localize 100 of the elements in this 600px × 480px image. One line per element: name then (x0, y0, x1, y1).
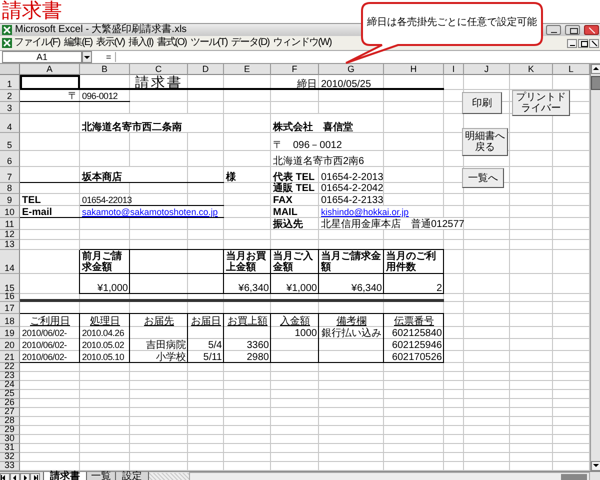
scroll-down-button[interactable] (591, 461, 600, 471)
scrollbar-thumb[interactable] (591, 76, 600, 90)
name-box[interactable]: A1 (2, 51, 82, 63)
row-header[interactable]: 8 (0, 183, 20, 194)
maximize-button[interactable] (565, 25, 580, 35)
menu-item[interactable]: ファイル(F) (12, 36, 62, 50)
column-header[interactable]: K (510, 64, 553, 75)
horizontal-scrollbar[interactable] (189, 472, 590, 480)
row-header[interactable]: 23 (0, 372, 20, 381)
row-header[interactable]: 26 (0, 399, 20, 408)
cell-text: 坂本商店 (80, 172, 123, 183)
spreadsheet-icon[interactable] (2, 38, 12, 48)
restore-button[interactable] (578, 38, 588, 48)
row-header[interactable]: 15 (0, 274, 20, 294)
row-header[interactable]: 19 (0, 327, 20, 339)
next-sheet-button[interactable] (20, 472, 30, 480)
cell-text: 1000 (294, 328, 318, 339)
menu-item[interactable]: データ(D) (229, 36, 272, 50)
menu-item[interactable]: ツール(T) (188, 36, 230, 50)
row-header[interactable]: 6 (0, 151, 20, 167)
cell-text: TEL (21, 195, 42, 206)
row-header[interactable]: 14 (0, 250, 20, 274)
close-button[interactable] (589, 38, 599, 48)
row-header[interactable]: 28 (0, 417, 20, 426)
cell-text: 2010.05.02 (81, 340, 126, 351)
row-header[interactable]: 22 (0, 363, 20, 372)
row-header[interactable]: 20 (0, 339, 20, 351)
sheet-button[interactable]: 明細書へ戻る (462, 128, 508, 156)
dropdown-button[interactable] (82, 51, 92, 63)
menu-item[interactable]: 編集(E) (62, 36, 94, 50)
column-header[interactable]: E (224, 64, 271, 75)
row-header[interactable]: 5 (0, 133, 20, 151)
row-header[interactable]: 13 (0, 240, 20, 250)
column-header[interactable]: A (20, 64, 80, 75)
row-header[interactable]: 18 (0, 314, 20, 327)
cell-text: 当月ご入金額 (272, 251, 314, 273)
column-header[interactable]: H (384, 64, 444, 75)
scroll-up-button[interactable] (591, 64, 600, 74)
cell-text: 北海道名寄市西二条南 (81, 122, 183, 133)
vertical-scrollbar[interactable] (590, 64, 600, 471)
row-header[interactable]: 11 (0, 218, 20, 230)
column-header[interactable]: D (188, 64, 224, 75)
cell-text: 5/4 (207, 340, 223, 351)
cell-text: 2 (435, 283, 443, 294)
cell-text: 01654-2-2042 (320, 183, 384, 194)
menu-item[interactable]: 表示(V) (94, 36, 126, 50)
row-header[interactable]: 32 (0, 453, 20, 462)
spreadsheet-icon (2, 25, 12, 35)
cell-text: 当月ご請求金額 (320, 251, 382, 273)
column-header[interactable]: J (464, 64, 510, 75)
column-header[interactable]: L (553, 64, 590, 75)
cell-text: 締日 (296, 79, 318, 90)
first-sheet-button[interactable] (0, 472, 10, 480)
close-button[interactable] (584, 25, 599, 35)
email-link[interactable]: kishindo@hokkai.or.jp (319, 207, 444, 218)
menu-item[interactable]: 書式(O) (154, 36, 188, 50)
column-header[interactable]: F (271, 64, 319, 75)
email-link[interactable]: sakamoto@sakamotoshoten.co.jp (80, 207, 224, 218)
cell-text: 2010/06/02- (21, 328, 68, 339)
column-header[interactable]: C (130, 64, 188, 75)
column-header[interactable]: I (444, 64, 464, 75)
row-header[interactable]: 21 (0, 351, 20, 363)
sheet-button[interactable]: 一覧へ (462, 168, 504, 188)
minimize-button[interactable] (546, 25, 561, 35)
column-header[interactable]: G (319, 64, 384, 75)
menu-item[interactable]: ウィンドウ(W) (271, 36, 334, 50)
cell-text: 2010/05/25 (320, 79, 372, 90)
row-header[interactable]: 7 (0, 167, 20, 183)
row-header[interactable]: 24 (0, 381, 20, 390)
cell-text: 01654-22013 (81, 195, 130, 206)
minimize-button[interactable] (567, 38, 577, 48)
column-heading: お届先 (143, 316, 175, 327)
row-header[interactable]: 12 (0, 230, 20, 240)
row-header[interactable]: 33 (0, 462, 20, 471)
last-sheet-button[interactable] (30, 472, 40, 480)
row-header[interactable]: 27 (0, 408, 20, 417)
row-header[interactable]: 1 (0, 75, 20, 90)
row-header[interactable]: 25 (0, 390, 20, 399)
sheet-button[interactable]: プリントドライバー (512, 90, 570, 116)
cell-cursor (20, 75, 80, 90)
cell-text: 〒 (67, 91, 79, 102)
row-header[interactable]: 3 (0, 102, 20, 114)
cell-text: E-mail (21, 207, 54, 218)
menu-item[interactable]: 挿入(I) (126, 36, 155, 50)
row-header[interactable]: 31 (0, 444, 20, 453)
column-header[interactable]: B (80, 64, 130, 75)
row-header[interactable]: 16 (0, 294, 20, 302)
row-header[interactable]: 2 (0, 90, 20, 102)
row-header[interactable]: 30 (0, 435, 20, 444)
cell-text: 株式会社 喜信堂 (272, 122, 354, 133)
callout-text: 締日は各売掛先ごとに任意で設定可能 (366, 16, 538, 30)
row-header[interactable]: 17 (0, 302, 20, 314)
row-header[interactable]: 10 (0, 206, 20, 218)
cell-text: 小学校 (155, 352, 187, 363)
sheet-button[interactable]: 印刷 (462, 92, 502, 114)
scrollbar-thumb[interactable] (561, 474, 587, 480)
row-header[interactable]: 29 (0, 426, 20, 435)
row-header[interactable]: 9 (0, 194, 20, 206)
previous-sheet-button[interactable] (10, 472, 20, 480)
row-header[interactable]: 4 (0, 114, 20, 133)
